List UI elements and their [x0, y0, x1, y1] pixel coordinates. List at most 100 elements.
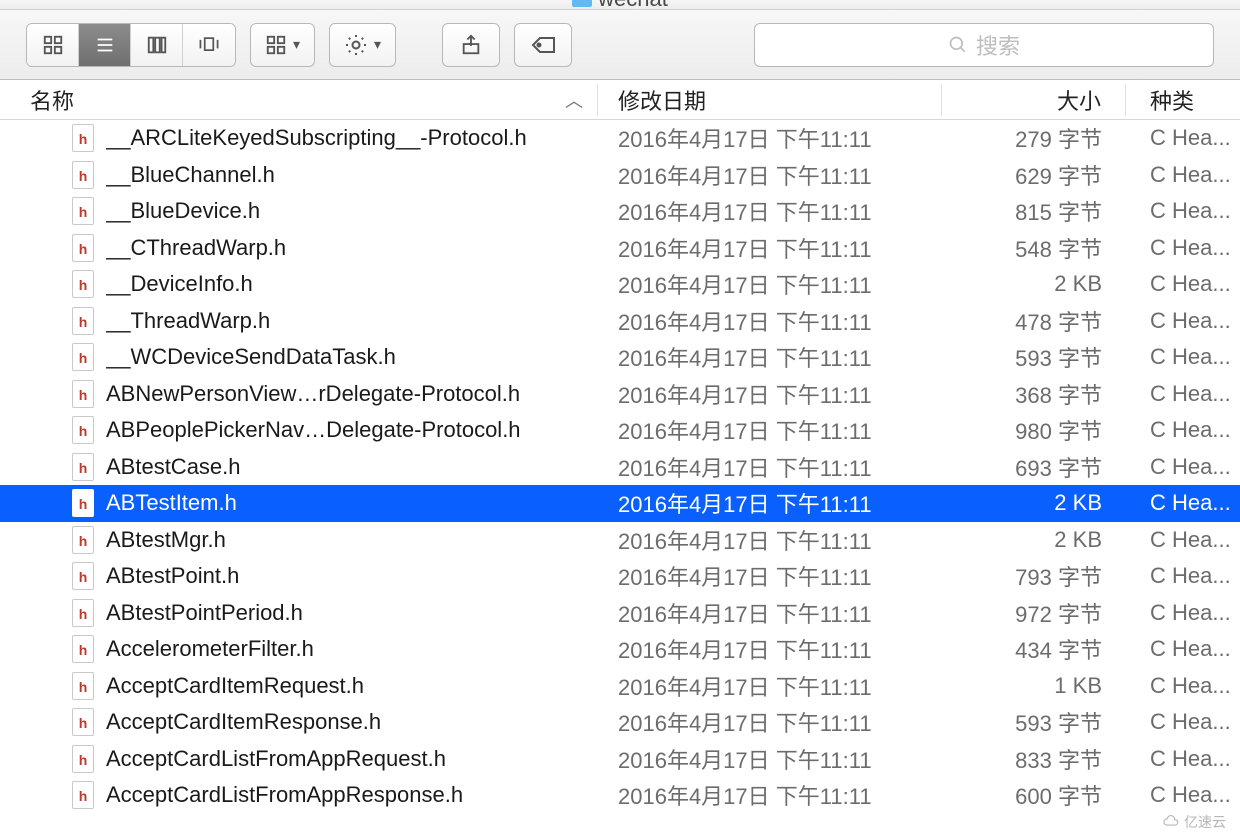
header-file-icon: [72, 489, 94, 517]
file-size: 593 字节: [942, 706, 1126, 738]
file-row[interactable]: __ARCLiteKeyedSubscripting__-Protocol.h 2…: [0, 120, 1240, 157]
file-kind: C Hea...: [1126, 746, 1240, 772]
watermark: 亿速云: [1156, 810, 1232, 834]
file-name: __ARCLiteKeyedSubscripting__-Protocol.h: [106, 125, 527, 151]
file-size: 548 字节: [942, 232, 1126, 264]
file-name: __CThreadWarp.h: [106, 235, 286, 261]
file-date: 2016年4月17日 下午11:11: [598, 633, 942, 665]
header-file-icon: [72, 124, 94, 152]
file-row[interactable]: ABtestCase.h2016年4月17日 下午11:11693 字节C He…: [0, 449, 1240, 486]
file-date: 2016年4月17日 下午11:11: [598, 487, 942, 519]
window-title-text: wechat: [598, 0, 668, 12]
file-size: 629 字节: [942, 159, 1126, 191]
file-date: 2016年4月17日 下午11:11: [598, 597, 942, 629]
search-input[interactable]: 搜索: [754, 23, 1214, 67]
tags-button[interactable]: [514, 23, 572, 67]
file-row[interactable]: ABtestPointPeriod.h2016年4月17日 下午11:11972…: [0, 595, 1240, 632]
file-row[interactable]: __CThreadWarp.h2016年4月17日 下午11:11548 字节C…: [0, 230, 1240, 267]
file-row[interactable]: ABtestMgr.h2016年4月17日 下午11:112 KBC Hea..…: [0, 522, 1240, 559]
header-file-icon: [72, 708, 94, 736]
search-placeholder: 搜索: [976, 29, 1020, 61]
header-file-icon: [72, 416, 94, 444]
file-row[interactable]: ABtestPoint.h2016年4月17日 下午11:11793 字节C H…: [0, 558, 1240, 595]
file-row[interactable]: __BlueDevice.h2016年4月17日 下午11:11815 字节C …: [0, 193, 1240, 230]
file-row[interactable]: AccelerometerFilter.h 2016年4月17日 下午11:114…: [0, 631, 1240, 668]
header-file-icon: [72, 453, 94, 481]
file-size: 693 字节: [942, 451, 1126, 483]
file-kind: C Hea...: [1126, 782, 1240, 808]
file-date: 2016年4月17日 下午11:11: [598, 560, 942, 592]
file-row[interactable]: ABTestItem.h2016年4月17日 下午11:112 KBC Hea.…: [0, 485, 1240, 522]
file-name: ABTestItem.h: [106, 490, 237, 516]
view-columns[interactable]: [131, 24, 183, 66]
file-size: 600 字节: [942, 779, 1126, 811]
file-date: 2016年4月17日 下午11:11: [598, 305, 942, 337]
column-header-date[interactable]: 修改日期: [598, 84, 942, 116]
file-kind: C Hea...: [1126, 125, 1240, 151]
share-button[interactable]: [442, 23, 500, 67]
file-row[interactable]: ABNewPersonView…rDelegate-Protocol.h 2016…: [0, 376, 1240, 413]
header-file-icon: [72, 161, 94, 189]
file-date: 2016年4月17日 下午11:11: [598, 779, 942, 811]
file-kind: C Hea...: [1126, 344, 1240, 370]
header-file-icon: [72, 745, 94, 773]
file-name: __WCDeviceSendDataTask.h: [106, 344, 396, 370]
file-date: 2016年4月17日 下午11:11: [598, 268, 942, 300]
arrange-button[interactable]: ▾: [250, 23, 315, 67]
view-icon-grid[interactable]: [27, 24, 79, 66]
file-kind: C Hea...: [1126, 271, 1240, 297]
file-row[interactable]: AcceptCardItemResponse.h2016年4月17日 下午11:…: [0, 704, 1240, 741]
file-row[interactable]: AcceptCardItemRequest.h2016年4月17日 下午11:1…: [0, 668, 1240, 705]
header-file-icon: [72, 635, 94, 663]
view-coverflow[interactable]: [183, 24, 235, 66]
file-kind: C Hea...: [1126, 381, 1240, 407]
file-kind: C Hea...: [1126, 308, 1240, 334]
file-row[interactable]: AcceptCardListFromAppRequest.h 2016年4月17日…: [0, 741, 1240, 778]
file-date: 2016年4月17日 下午11:11: [598, 378, 942, 410]
window-title: wechat: [572, 0, 668, 12]
file-row[interactable]: ABPeoplePickerNav…Delegate-Protocol.h201…: [0, 412, 1240, 449]
file-date: 2016年4月17日 下午11:11: [598, 743, 942, 775]
column-header-kind[interactable]: 种类: [1126, 84, 1240, 116]
file-date: 2016年4月17日 下午11:11: [598, 524, 942, 556]
file-date: 2016年4月17日 下午11:11: [598, 232, 942, 264]
column-header-size[interactable]: 大小: [942, 84, 1126, 116]
file-date: 2016年4月17日 下午11:11: [598, 122, 942, 154]
file-name: ABNewPersonView…rDelegate-Protocol.h: [106, 381, 520, 407]
file-size: 972 字节: [942, 597, 1126, 629]
file-kind: C Hea...: [1126, 527, 1240, 553]
chevron-down-icon: ▾: [374, 36, 381, 53]
column-header-name[interactable]: 名称 ︿: [0, 84, 598, 116]
file-kind: C Hea...: [1126, 563, 1240, 589]
view-list[interactable]: [79, 24, 131, 66]
file-date: 2016年4月17日 下午11:11: [598, 670, 942, 702]
file-date: 2016年4月17日 下午11:11: [598, 341, 942, 373]
file-kind: C Hea...: [1126, 673, 1240, 699]
file-kind: C Hea...: [1126, 709, 1240, 735]
file-row[interactable]: __DeviceInfo.h2016年4月17日 下午11:112 KBC He…: [0, 266, 1240, 303]
column-headers: 名称 ︿ 修改日期 大小 种类: [0, 80, 1240, 120]
header-file-icon: [72, 380, 94, 408]
chevron-down-icon: ▾: [293, 36, 300, 53]
file-row[interactable]: __BlueChannel.h2016年4月17日 下午11:11629 字节C…: [0, 157, 1240, 194]
file-kind: C Hea...: [1126, 454, 1240, 480]
file-row[interactable]: __ThreadWarp.h2016年4月17日 下午11:11478 字节C …: [0, 303, 1240, 340]
file-name: AcceptCardItemResponse.h: [106, 709, 381, 735]
action-button[interactable]: ▾: [329, 23, 396, 67]
file-kind: C Hea...: [1126, 600, 1240, 626]
file-kind: C Hea...: [1126, 162, 1240, 188]
file-kind: C Hea...: [1126, 636, 1240, 662]
header-file-icon: [72, 270, 94, 298]
file-row[interactable]: __WCDeviceSendDataTask.h 2016年4月17日 下午11:…: [0, 339, 1240, 376]
search-icon: [948, 35, 968, 55]
file-kind: C Hea...: [1126, 417, 1240, 443]
file-name: AcceptCardListFromAppRequest.h: [106, 746, 446, 772]
file-name: AccelerometerFilter.h: [106, 636, 314, 662]
file-size: 434 字节: [942, 633, 1126, 665]
file-date: 2016年4月17日 下午11:11: [598, 414, 942, 446]
header-file-icon: [72, 343, 94, 371]
file-size: 593 字节: [942, 341, 1126, 373]
file-name: __DeviceInfo.h: [106, 271, 253, 297]
file-size: 833 字节: [942, 743, 1126, 775]
file-row[interactable]: AcceptCardListFromAppResponse.h2016年4月17…: [0, 777, 1240, 814]
